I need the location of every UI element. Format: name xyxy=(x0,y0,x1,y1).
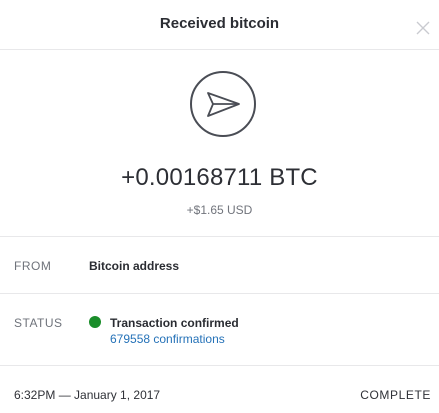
from-label: FROM xyxy=(14,259,52,273)
modal-title: Received bitcoin xyxy=(159,15,280,32)
transaction-state: COMPLETE xyxy=(360,388,431,402)
modal-header: Received bitcoin xyxy=(0,0,439,50)
from-row: FROM Bitcoin address xyxy=(0,237,439,294)
modal-footer: 6:32PM — January 1, 2017 COMPLETE xyxy=(0,366,439,413)
status-label: STATUS xyxy=(14,316,63,330)
send-icon-circle xyxy=(190,71,256,137)
status-indicator-dot xyxy=(89,316,101,328)
transaction-summary: +0.00168711 BTC +$1.65 USD xyxy=(0,50,439,237)
amount-usd: +$1.65 USD xyxy=(186,203,253,217)
status-value: Transaction confirmed xyxy=(110,316,239,330)
transaction-timestamp: 6:32PM — January 1, 2017 xyxy=(14,388,161,402)
close-icon xyxy=(416,21,430,35)
send-paper-plane-icon xyxy=(207,92,240,117)
confirmations-link[interactable]: 679558 confirmations xyxy=(110,332,225,346)
close-button[interactable] xyxy=(414,19,432,37)
transaction-detail-modal: Received bitcoin +0.00168711 BTC +$1.65 … xyxy=(0,0,439,413)
from-value: Bitcoin address xyxy=(89,259,180,273)
amount-btc: +0.00168711 BTC xyxy=(121,164,318,191)
status-row: STATUS Transaction confirmed 679558 conf… xyxy=(0,294,439,366)
